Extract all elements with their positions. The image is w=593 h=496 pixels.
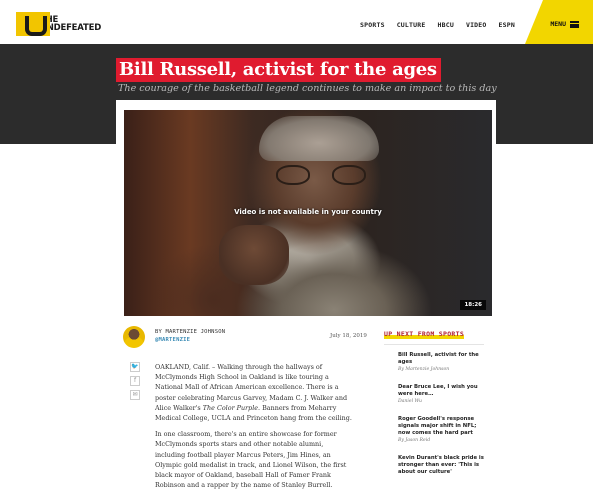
twitter-icon[interactable]: 🐦 <box>130 362 140 372</box>
publish-date: July 18, 2019 <box>330 333 367 339</box>
list-item[interactable]: Dear Bruce Lee, I wish you were here… Da… <box>398 384 486 405</box>
up-next-title[interactable]: Roger Goodell's response signals major s… <box>398 416 486 437</box>
up-next-title[interactable]: Bill Russell, activist for the ages <box>398 352 486 366</box>
list-item[interactable]: Roger Goodell's response signals major s… <box>398 416 486 444</box>
author-byline: BY MARTENZIE JOHNSON <box>155 329 226 335</box>
up-next-author: By Martenzie Johnson <box>398 367 450 372</box>
page-subtitle: The courage of the basketball legend con… <box>118 83 497 94</box>
share-bar: 🐦 f ✉ <box>130 362 140 400</box>
menu-label: MENU <box>550 20 566 28</box>
video-still-glasses <box>276 165 366 187</box>
article-body: OAKLAND, Calif. – Walking through the ha… <box>155 362 352 496</box>
video-duration: 18:26 <box>460 300 486 310</box>
video-player[interactable]: Video is not available in your country 1… <box>124 110 492 316</box>
nav-item-sports[interactable]: SPORTS <box>360 21 385 29</box>
article-paragraph: OAKLAND, Calif. – Walking through the ha… <box>155 362 352 423</box>
page-title: Bill Russell, activist for the ages <box>116 58 441 82</box>
article-italic-title: The Color Purple <box>202 403 259 412</box>
nav-item-hbcu[interactable]: HBCU <box>437 21 453 29</box>
video-still-hair <box>259 116 379 161</box>
author-handle-link[interactable]: @MARTENZIE <box>155 337 190 343</box>
video-still-hand <box>219 225 289 285</box>
up-next-list: Bill Russell, activist for the ages By M… <box>398 352 486 487</box>
email-icon[interactable]: ✉ <box>130 390 140 400</box>
up-next-heading: UP NEXT FROM SPORTS <box>384 330 465 339</box>
list-item[interactable]: Bill Russell, activist for the ages By M… <box>398 352 486 373</box>
site-logo[interactable]: THE UNDEFEATED <box>16 12 101 36</box>
divider <box>384 344 484 345</box>
site-header: THE UNDEFEATED SPORTS CULTURE HBCU VIDEO… <box>0 0 593 44</box>
nav-item-culture[interactable]: CULTURE <box>397 21 426 29</box>
up-next-title[interactable]: Kevin Durant's black pride is stronger t… <box>398 455 486 476</box>
main-nav: SPORTS CULTURE HBCU VIDEO ESPN <box>360 21 515 29</box>
up-next-title[interactable]: Dear Bruce Lee, I wish you were here… <box>398 384 486 398</box>
hamburger-icon <box>570 20 579 28</box>
nav-item-video[interactable]: VIDEO <box>466 21 487 29</box>
logo-mark-icon <box>16 12 50 36</box>
up-next-author: By Jason Reid <box>398 438 431 443</box>
nav-item-espn[interactable]: ESPN <box>499 21 515 29</box>
up-next-author: Daniel Wu <box>398 399 422 404</box>
list-item[interactable]: Kevin Durant's black pride is stronger t… <box>398 455 486 476</box>
video-unavailable-message: Video is not available in your country <box>234 208 382 216</box>
facebook-icon[interactable]: f <box>130 376 140 386</box>
menu-button[interactable]: MENU <box>550 20 579 28</box>
author-avatar[interactable] <box>123 326 145 348</box>
article-paragraph: In one classroom, there's an entire show… <box>155 430 347 490</box>
